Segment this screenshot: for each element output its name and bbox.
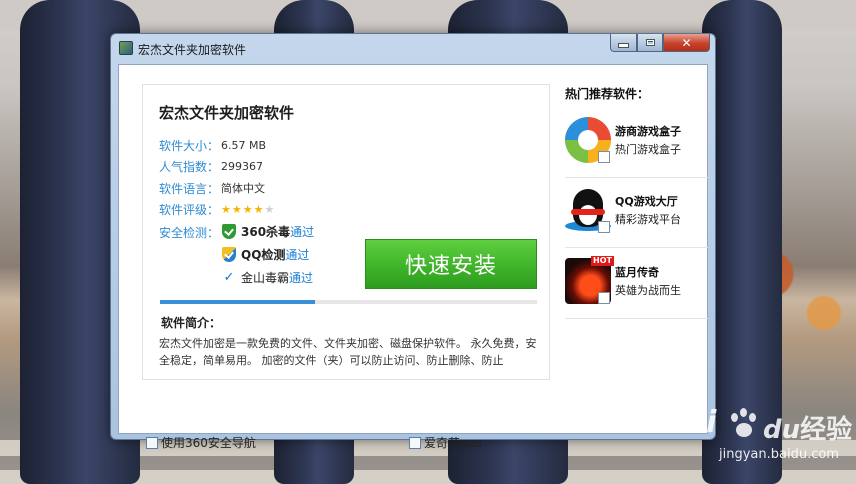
option-label: 使用360安全导航 xyxy=(161,436,256,450)
info-label: 人气指数： xyxy=(159,159,220,174)
star-filled-icon: ★ xyxy=(231,202,242,216)
kingsoft-icon: ✓ xyxy=(223,270,235,285)
shield-qq-icon xyxy=(222,247,236,262)
progress-fill xyxy=(160,300,315,304)
window-client-area: 宏杰文件夹加密软件 软件大小： 6.57 MB 人气指数： 299367 软件语… xyxy=(118,64,708,450)
check-name: 360杀毒 xyxy=(241,225,291,239)
maximize-button[interactable] xyxy=(637,34,663,52)
security-check-360: 360杀毒 通过 xyxy=(222,223,314,240)
option-checkbox[interactable] xyxy=(146,436,158,449)
info-row-rating: 软件评级： ★ ★ ★ ★ ★ xyxy=(159,201,274,217)
option-label: 爱奇艺pps xyxy=(424,436,482,450)
info-row-security: 安全检测： xyxy=(159,224,221,240)
star-filled-icon: ★ xyxy=(242,202,253,216)
software-info-panel: 宏杰文件夹加密软件 软件大小： 6.57 MB 人气指数： 299367 软件语… xyxy=(142,84,550,380)
software-name: 宏杰文件夹加密软件 xyxy=(159,104,295,122)
info-label: 安全检测： xyxy=(159,225,220,240)
baidu-jingyan-watermark: Bai du经验 jingyan.baidu.com xyxy=(655,403,855,483)
hot-item-desc: 精彩游戏平台 xyxy=(615,213,681,226)
hot-badge: HOT xyxy=(591,256,614,266)
app-icon xyxy=(119,41,133,55)
info-value: 简体中文 xyxy=(221,182,265,195)
option-iqiyi-pps[interactable]: 爱奇艺pps xyxy=(409,434,482,451)
hot-item-checkbox[interactable] xyxy=(598,151,610,163)
quick-install-button[interactable]: 快速安装 xyxy=(365,239,537,289)
minimize-icon xyxy=(618,43,629,48)
hot-item-name: 游商游戏盒子 xyxy=(615,125,681,138)
option-360-nav[interactable]: 使用360安全导航 xyxy=(146,434,256,451)
hot-item-name: 蓝月传奇 xyxy=(615,266,659,279)
hot-item-checkbox[interactable] xyxy=(598,221,610,233)
installer-window: 宏杰文件夹加密软件 ✕ 宏杰文件夹加密软件 软件大小： 6.57 MB 人气指数… xyxy=(110,33,716,450)
window-title: 宏杰文件夹加密软件 xyxy=(138,43,247,57)
info-row-language: 软件语言： 简体中文 xyxy=(159,180,265,196)
info-label: 软件语言： xyxy=(159,181,220,196)
hot-item-name: QQ游戏大厅 xyxy=(615,195,678,208)
info-value: 299367 xyxy=(221,159,263,173)
hot-item-youshang[interactable]: 游商游戏盒子 热门游戏盒子 xyxy=(565,117,708,178)
info-label: 软件大小： xyxy=(159,138,220,153)
security-check-qq: QQ检测 通过 xyxy=(222,246,309,263)
check-status-link[interactable]: 通过 xyxy=(285,246,309,263)
info-label: 软件评级： xyxy=(159,202,220,217)
option-checkbox[interactable] xyxy=(409,436,421,449)
rating-stars: ★ ★ ★ ★ ★ xyxy=(221,204,274,215)
watermark-url: jingyan.baidu.com xyxy=(719,447,839,462)
close-icon: ✕ xyxy=(681,35,692,50)
check-name: 金山毒霸 xyxy=(241,271,290,285)
hot-recommend-heading: 热门推荐软件： xyxy=(565,87,650,101)
info-row-size: 软件大小： 6.57 MB xyxy=(159,137,266,153)
title-bar[interactable]: 宏杰文件夹加密软件 ✕ xyxy=(111,34,715,63)
info-value: 6.57 MB xyxy=(221,138,267,152)
star-filled-icon: ★ xyxy=(253,202,264,216)
info-row-popularity: 人气指数： 299367 xyxy=(159,158,263,174)
watermark-cn: du经验 xyxy=(763,415,853,445)
check-name: QQ检测 xyxy=(241,248,286,262)
star-filled-icon: ★ xyxy=(221,202,231,216)
star-empty-icon: ★ xyxy=(264,202,275,216)
hot-item-qq-game[interactable]: QQ游戏大厅 精彩游戏平台 xyxy=(565,187,708,248)
check-status-link[interactable]: 通过 xyxy=(290,223,314,240)
intro-text: 宏杰文件加密是一款免费的文件、文件夹加密、磁盘保护软件。 永久免费，安全稳定，简… xyxy=(159,337,537,367)
install-progress-bar xyxy=(160,300,537,304)
hot-item-desc: 英雄为战而生 xyxy=(615,284,681,297)
maximize-icon xyxy=(645,39,655,46)
shield-360-icon xyxy=(222,224,236,239)
paw-icon xyxy=(727,407,761,441)
minimize-button[interactable] xyxy=(610,34,637,52)
watermark-brand: Bai xyxy=(665,405,716,440)
hot-item-lanyue[interactable]: HOT 蓝月传奇 英雄为战而生 xyxy=(565,256,708,319)
close-button[interactable]: ✕ xyxy=(663,34,710,52)
hot-item-checkbox[interactable] xyxy=(598,292,610,304)
intro-heading: 软件简介： xyxy=(161,316,222,330)
security-check-kingsoft: ✓ 金山毒霸 通过 xyxy=(222,269,313,286)
check-status-link[interactable]: 通过 xyxy=(289,269,313,286)
hot-item-desc: 热门游戏盒子 xyxy=(615,143,681,156)
